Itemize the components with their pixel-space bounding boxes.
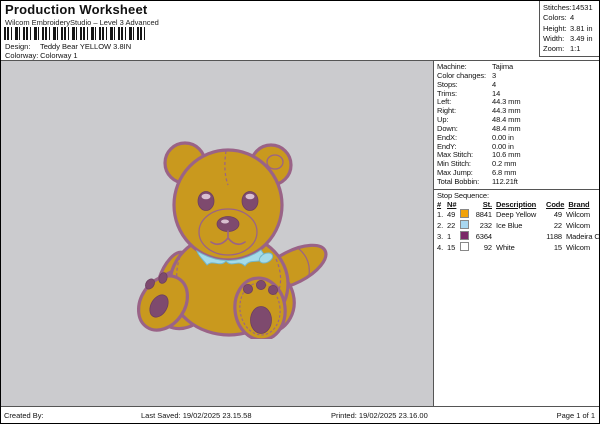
row-brand: Wilcom [562, 210, 599, 219]
stat-value: 14531 [572, 3, 593, 13]
teddy-bear-embroidery-graphic [123, 139, 343, 339]
row-code: 15 [546, 243, 562, 252]
machine-value: 112.21ft [492, 178, 518, 187]
col-header-num: # [437, 200, 447, 209]
stat-stitches: Stitches: 14531 [543, 3, 599, 13]
row-brand: Madeira Classic 40 [562, 232, 599, 241]
thread-color-swatch [460, 242, 471, 253]
stat-label: Stitches: [543, 3, 572, 13]
row-description: Ice Blue [492, 221, 546, 230]
row-num: 3. [437, 232, 447, 241]
col-header-st: St. [471, 200, 492, 209]
row-num: 4. [437, 243, 447, 252]
machine-details-panel: Machine:Tajima Color changes:3 Stops:4 T… [433, 61, 599, 406]
stat-height: Height: 3.81 in [543, 24, 599, 34]
design-preview-canvas [1, 61, 433, 406]
row-brand: Wilcom [562, 243, 599, 252]
colorway-label: Colorway: [5, 51, 38, 60]
bear-inner-ear [267, 155, 283, 169]
stat-colors: Colors: 4 [543, 13, 599, 23]
printed-text: Printed: 19/02/2025 23.16.00 [331, 411, 428, 420]
machine-row: Stops:4 [434, 81, 599, 90]
bear-nose [217, 217, 239, 232]
machine-label: Total Bobbin: [437, 178, 492, 187]
row-num: 1. [437, 210, 447, 219]
stat-value: 3.49 in [570, 34, 593, 44]
page-number: Page 1 of 1 [557, 411, 595, 420]
bear-nose-highlight [221, 220, 229, 224]
row-description: Deep Yellow [492, 210, 546, 219]
colorway-row: Colorway: Colorway 1 [5, 51, 78, 60]
created-by-label: Created By: [4, 411, 44, 420]
col-header-n: N# [447, 200, 460, 209]
stat-label: Colors: [543, 13, 570, 23]
design-barcode [4, 27, 146, 40]
stat-zoom: Zoom: 1:1 [543, 44, 599, 54]
stat-label: Width: [543, 34, 570, 44]
design-value: Teddy Bear YELLOW 3.8IN [40, 42, 131, 51]
col-header-brand: Brand [564, 200, 599, 209]
row-needle: 1 [447, 232, 460, 241]
stop-sequence-row: 2. 22 232 Ice Blue 22 Wilcom [434, 220, 599, 231]
design-label: Design: [5, 42, 38, 51]
panel-divider [434, 189, 599, 190]
page-title: Production Worksheet [5, 2, 147, 17]
stop-sequence-title: Stop Sequence: [434, 191, 599, 200]
stat-label: Zoom: [543, 44, 570, 54]
stat-label: Height: [543, 24, 570, 34]
thread-color-swatch [460, 220, 471, 231]
production-worksheet-page: Production Worksheet Wilcom EmbroiderySt… [0, 0, 600, 424]
row-thread-number: 6364 [471, 232, 492, 241]
row-needle: 49 [447, 210, 460, 219]
stat-width: Width: 3.49 in [543, 34, 599, 44]
col-header-code: Code [546, 200, 564, 209]
row-num: 2. [437, 221, 447, 230]
row-thread-number: 8841 [471, 210, 492, 219]
stop-sequence-header-row: # N# St. Description Code Brand [434, 200, 599, 209]
machine-row: Down:48.4 mm [434, 125, 599, 134]
thread-color-swatch [460, 209, 471, 220]
row-description: White [492, 243, 546, 252]
row-code: 49 [546, 210, 562, 219]
stat-value: 1:1 [570, 44, 580, 54]
machine-row: Total Bobbin:112.21ft [434, 178, 599, 187]
row-thread-number: 232 [471, 221, 492, 230]
design-stats-box: Stitches: 14531 Colors: 4 Height: 3.81 i… [539, 1, 599, 57]
worksheet-header: Production Worksheet Wilcom EmbroiderySt… [1, 1, 599, 61]
stat-value: 3.81 in [570, 24, 593, 34]
stop-sequence-row: 3. 1 6364 1188 Madeira Classic 40 [434, 231, 599, 242]
col-header-description: Description [492, 200, 546, 209]
thread-color-swatch [460, 231, 471, 242]
worksheet-main: Machine:Tajima Color changes:3 Stops:4 T… [1, 61, 599, 406]
design-row: Design: Teddy Bear YELLOW 3.8IN [5, 42, 131, 51]
software-subtitle: Wilcom EmbroideryStudio – Level 3 Advanc… [5, 18, 159, 27]
worksheet-footer: Created By: Last Saved: 19/02/2025 23.15… [1, 406, 599, 423]
stop-sequence-row: 1. 49 8841 Deep Yellow 49 Wilcom [434, 209, 599, 220]
colorway-value: Colorway 1 [40, 51, 78, 60]
row-needle: 15 [447, 243, 460, 252]
row-brand: Wilcom [562, 221, 599, 230]
row-code: 22 [546, 221, 562, 230]
last-saved-text: Last Saved: 19/02/2025 23.15.58 [141, 411, 252, 420]
row-needle: 22 [447, 221, 460, 230]
machine-row: EndX:0.00 in [434, 134, 599, 143]
stop-sequence-row: 4. 15 92 White 15 Wilcom [434, 242, 599, 253]
row-thread-number: 92 [471, 243, 492, 252]
machine-row: Color changes:3 [434, 72, 599, 81]
stat-value: 4 [570, 13, 574, 23]
row-code: 1188 [546, 232, 562, 241]
